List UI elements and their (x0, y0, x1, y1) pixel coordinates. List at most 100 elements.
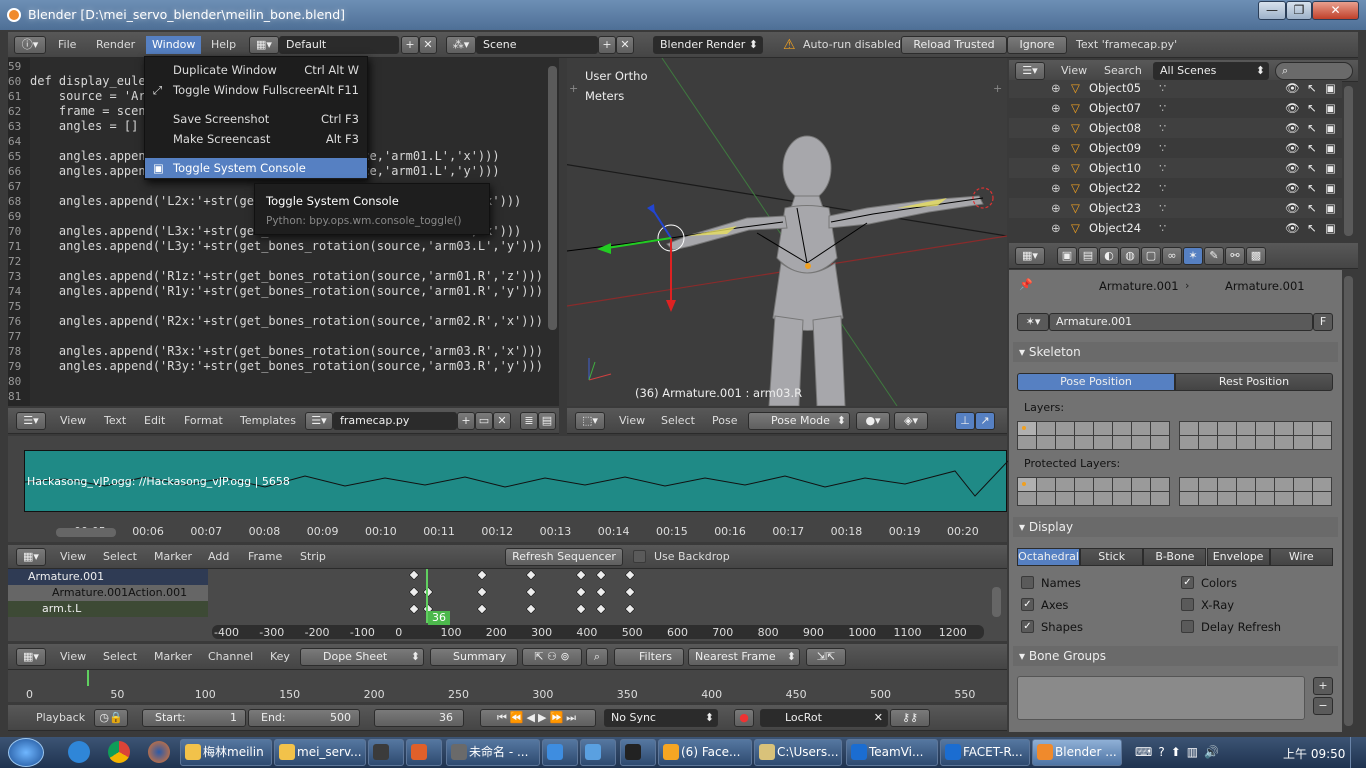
3d-viewport[interactable]: User Ortho Meters (36) Armature.001 : ar… (567, 58, 1007, 406)
keyframe-diamond[interactable] (408, 586, 420, 598)
text-editor-type-button[interactable]: ☰▾ (16, 412, 46, 430)
bone-constraint-tab-icon[interactable]: ⚯ (1225, 247, 1245, 265)
manipulator-toggle[interactable]: ⊥ (955, 412, 975, 430)
object-tab-icon[interactable]: ▢ (1141, 247, 1161, 265)
viewport-menu-pose[interactable]: Pose (712, 408, 737, 433)
outliner-scrollbar[interactable] (1344, 86, 1353, 236)
display-mode-b-bone[interactable]: B-Bone (1143, 548, 1207, 566)
layer-cell[interactable] (1218, 422, 1236, 435)
layer-cell[interactable] (1199, 492, 1217, 505)
layer-cell[interactable] (1199, 478, 1217, 491)
seq-menu-strip[interactable]: Strip (300, 545, 326, 568)
visibility-eye-icon[interactable]: 👁 (1285, 178, 1300, 198)
render-camera-icon[interactable]: ▣ (1325, 98, 1336, 118)
checkbox-delay-refresh[interactable] (1181, 620, 1194, 633)
checkbox-colors[interactable]: ✓ (1181, 576, 1194, 589)
keyframe-diamond[interactable] (624, 569, 636, 581)
copy-paste-keys[interactable]: ⇲⇱ (806, 648, 846, 666)
layers-grid-right[interactable] (1179, 421, 1332, 450)
firefox-icon[interactable] (148, 741, 170, 763)
layer-cell[interactable] (1275, 478, 1293, 491)
scene-field[interactable]: Scene (476, 36, 598, 54)
maximize-button[interactable]: ❐ (1286, 1, 1312, 20)
outliner-item[interactable]: ⊕ ▽ Object23 ∵ 👁 ↖ ▣ (1009, 198, 1342, 218)
text-menu-text[interactable]: Text (104, 408, 126, 433)
expand-icon[interactable]: ⊕ (1051, 118, 1061, 138)
tool-shelf-toggle[interactable]: + (569, 82, 578, 95)
close-button[interactable]: ✕ (1312, 1, 1359, 20)
taskbar-item[interactable]: (6) Face... (658, 739, 752, 766)
delete-layout-button[interactable]: ✕ (419, 36, 437, 54)
channel-action[interactable]: Armature.001Action.001 (8, 585, 208, 601)
display-mode-octahedral[interactable]: Octahedral (1017, 548, 1080, 566)
layer-cell[interactable] (1075, 422, 1093, 435)
layer-cell[interactable] (1056, 478, 1074, 491)
layer-cell[interactable] (1094, 478, 1112, 491)
editor-type-button[interactable]: ⓘ▾ (14, 36, 46, 54)
select-arrow-icon[interactable]: ↖ (1307, 178, 1317, 198)
layer-cell[interactable] (1294, 492, 1312, 505)
layer-cell[interactable] (1275, 436, 1293, 449)
keyframe-diamond[interactable] (595, 603, 607, 615)
keyframe-diamond[interactable] (476, 586, 488, 598)
layer-cell[interactable] (1199, 422, 1217, 435)
ds-menu-marker[interactable]: Marker (154, 644, 192, 669)
layer-cell[interactable] (1218, 478, 1236, 491)
keyframe-diamond[interactable] (476, 569, 488, 581)
layer-cell[interactable] (1256, 422, 1274, 435)
outliner-item[interactable]: ⊕ ▽ Object10 ∵ 👁 ↖ ▣ (1009, 158, 1342, 178)
visibility-eye-icon[interactable]: 👁 (1285, 138, 1300, 158)
menu-item-toggle-fullscreen[interactable]: ⤢ Toggle Window Fullscreen Alt F11 (145, 80, 367, 100)
playback-menu[interactable]: Playback (36, 705, 85, 730)
outliner-item[interactable]: ⊕ ▽ Object07 ∵ 👁 ↖ ▣ (1009, 98, 1342, 118)
ds-menu-key[interactable]: Key (270, 644, 290, 669)
armature-name-field[interactable]: Armature.001 (1049, 313, 1313, 331)
audio-strip[interactable]: Hackasong_vJP.ogg: //Hackasong_vJP.ogg |… (24, 450, 1008, 512)
scene-icon[interactable]: ⁂▾ (446, 36, 476, 54)
refresh-sequencer-button[interactable]: Refresh Sequencer (505, 548, 623, 566)
layer-cell[interactable] (1275, 422, 1293, 435)
minimize-button[interactable]: — (1258, 1, 1286, 20)
display-section[interactable]: ▾ Display (1013, 517, 1338, 537)
display-mode-envelope[interactable]: Envelope (1206, 548, 1270, 566)
seq-menu-marker[interactable]: Marker (154, 545, 192, 568)
expand-icon[interactable]: ⊕ (1051, 178, 1061, 198)
layer-cell[interactable] (1294, 478, 1312, 491)
world-tab-icon[interactable]: ◍ (1120, 247, 1140, 265)
filters-toggle[interactable]: Filters (614, 648, 684, 666)
checkbox-shapes[interactable]: ✓ (1021, 620, 1034, 633)
layout-field[interactable]: Default (279, 36, 399, 54)
layer-cell[interactable] (1218, 436, 1236, 449)
select-arrow-icon[interactable]: ↖ (1307, 80, 1317, 98)
render-camera-icon[interactable]: ▣ (1325, 178, 1336, 198)
outliner-item[interactable]: ⊕ ▽ Object09 ∵ 👁 ↖ ▣ (1009, 138, 1342, 158)
keyframe-diamond[interactable] (624, 586, 636, 598)
visibility-eye-icon[interactable]: 👁 (1285, 80, 1300, 98)
skeleton-section[interactable]: ▾ Skeleton (1013, 342, 1338, 362)
layer-cell[interactable] (1037, 478, 1055, 491)
outliner-item[interactable]: ⊕ ▽ Object24 ∵ 👁 ↖ ▣ (1009, 218, 1342, 238)
text-browse-button[interactable]: ☰▾ (305, 412, 333, 430)
render-camera-icon[interactable]: ▣ (1325, 80, 1336, 98)
keyframe-diamond[interactable] (595, 569, 607, 581)
outliner-type-button[interactable]: ☰▾ (1015, 62, 1045, 80)
use-preview-range[interactable]: ◷🔒 (94, 709, 128, 727)
scene-tab-icon[interactable]: ◐ (1099, 247, 1119, 265)
unlink-text-button[interactable]: ✕ (493, 412, 511, 430)
display-mode-wire[interactable]: Wire (1269, 548, 1333, 566)
seq-menu-select[interactable]: Select (103, 545, 137, 568)
layer-cell[interactable] (1056, 436, 1074, 449)
layer-cell[interactable] (1237, 478, 1255, 491)
layer-cell[interactable] (1151, 422, 1169, 435)
layer-cell[interactable] (1132, 436, 1150, 449)
chrome-icon[interactable] (108, 741, 130, 763)
select-arrow-icon[interactable]: ↖ (1307, 158, 1317, 178)
channel-armature[interactable]: Armature.001 (8, 569, 208, 585)
dopesheet-type-button[interactable]: ▦▾ (16, 648, 46, 666)
layer-cell[interactable] (1018, 492, 1036, 505)
new-text-button[interactable]: + (457, 412, 475, 430)
layer-cell[interactable] (1132, 492, 1150, 505)
taskbar-item[interactable]: 未命名 - ... (446, 739, 540, 766)
layer-cell[interactable] (1180, 478, 1198, 491)
channel-bone[interactable]: arm.t.L (8, 601, 208, 617)
